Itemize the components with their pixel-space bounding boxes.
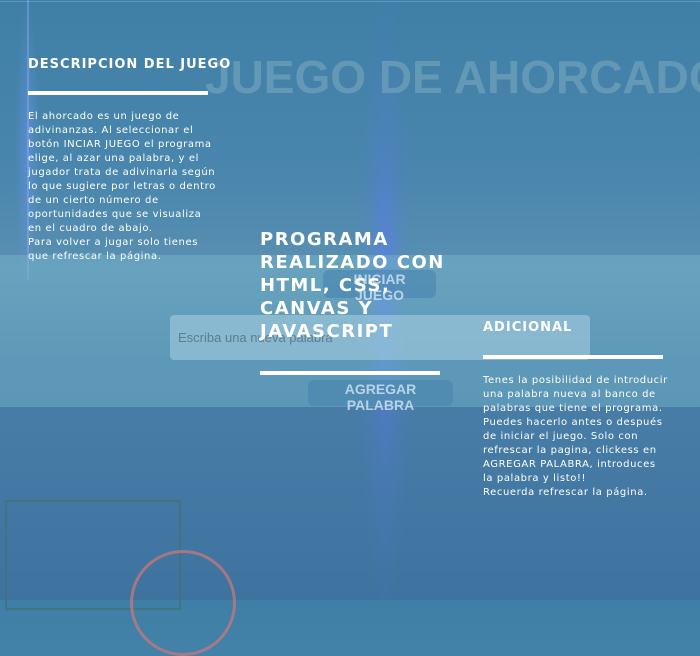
additional-line: la palabra y listo!!: [483, 473, 587, 484]
additional-line: Puedes hacerlo antes o después: [483, 417, 663, 428]
decor-line: [0, 1, 700, 2]
additional-text: Tenes la posibilidad de introducir una p…: [483, 374, 683, 500]
description-line: que refrescar la página.: [28, 251, 162, 262]
add-word-button[interactable]: AGREGAR PALABRA: [308, 380, 453, 413]
additional-divider: [483, 355, 663, 359]
game-title: JUEGO DE AHORCADO: [205, 51, 700, 103]
description-line: adivinanzas. Al seleccionar el: [28, 125, 194, 136]
description-line: botón INCIAR JUEGO el programa: [28, 139, 212, 150]
additional-line: AGREGAR PALABRA, introduces: [483, 459, 656, 470]
description-line: oportunidades que se visualiza: [28, 209, 202, 220]
description-divider: [28, 91, 208, 95]
additional-line: Recuerda refrescar la página.: [483, 487, 648, 498]
description-line: jugador trata de adivinarla según: [28, 167, 216, 178]
additional-line: una palabra nueva al banco de: [483, 389, 656, 400]
additional-line: de iniciar el juego. Solo con: [483, 431, 639, 442]
description-line: de un cierto número de: [28, 195, 159, 206]
description-line: El ahorcado es un juego de: [28, 111, 180, 122]
description-title: DESCRIPCION DEL JUEGO: [28, 57, 232, 72]
description-line: elige, al azar una palabra, y el: [28, 153, 199, 164]
additional-line: refrescar la pagina, clickess en: [483, 445, 657, 456]
description-line: Para volver a jugar solo tienes: [28, 237, 199, 248]
program-info-line: CANVAS Y: [260, 298, 374, 319]
additional-line: palabras que tiene el programa.: [483, 403, 663, 414]
description-text: El ahorcado es un juego de adivinanzas. …: [28, 110, 218, 264]
program-info-line: HTML, CSS,: [260, 275, 391, 296]
program-info-divider: [260, 371, 440, 375]
description-line: en el cuadro de abajo.: [28, 223, 153, 234]
program-info-line: PROGRAMA: [260, 229, 389, 250]
hangman-head-shape: [130, 550, 236, 656]
program-info-line: JAVASCRIPT: [260, 321, 394, 342]
program-info-title: PROGRAMA REALIZADO CON HTML, CSS, CANVAS…: [260, 228, 450, 343]
additional-line: Tenes la posibilidad de introducir: [483, 375, 668, 386]
additional-title: ADICIONAL: [483, 320, 573, 335]
program-info-line: REALIZADO CON: [260, 252, 445, 273]
description-line: lo que sugiere por letras o dentro: [28, 181, 216, 192]
